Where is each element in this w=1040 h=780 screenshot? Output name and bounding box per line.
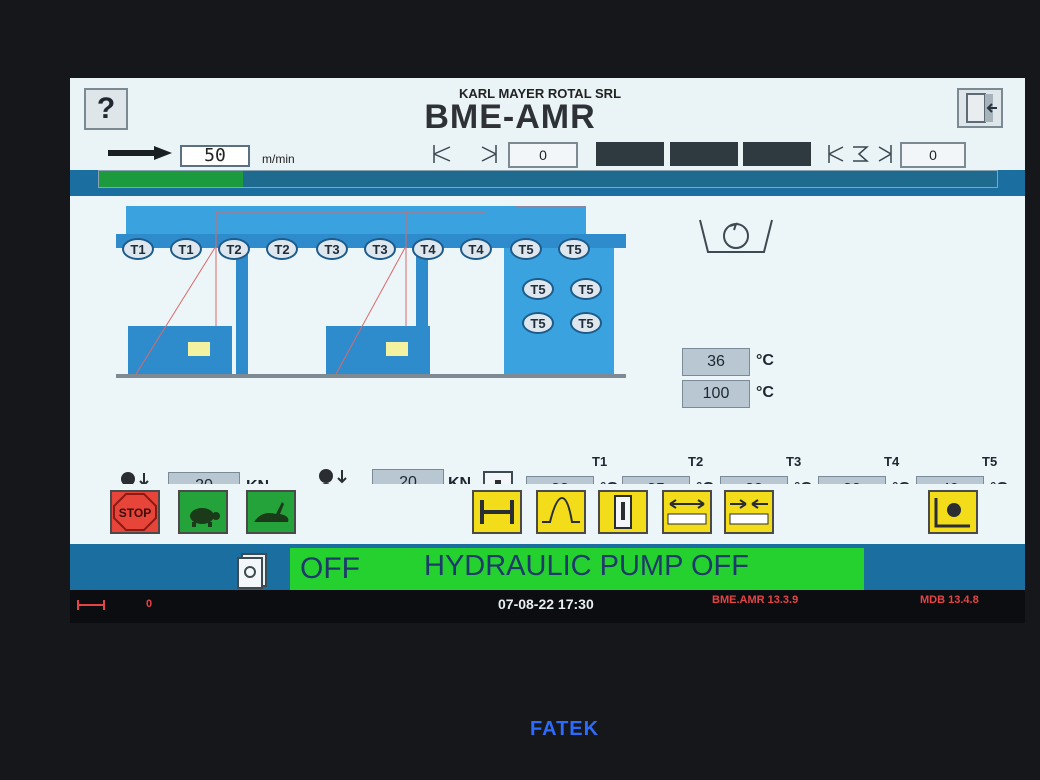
length-counter[interactable]: 0 [508, 142, 578, 168]
mdb-version: MDB 13.4.8 [920, 594, 979, 606]
width-button[interactable] [472, 490, 522, 534]
stop-sign-icon: STOP [113, 493, 157, 531]
sum-counter[interactable]: 0 [900, 142, 966, 168]
meter-counter-icon [77, 600, 105, 610]
indicator-block-1 [596, 142, 664, 166]
roll-t4[interactable]: T4 [412, 238, 444, 260]
compress-arrows-icon [729, 499, 769, 525]
app-title: BME-AMR [424, 98, 596, 136]
progress-bar [98, 170, 998, 188]
compress-button[interactable] [724, 490, 774, 534]
roll-t5[interactable]: T5 [510, 238, 542, 260]
hydraulic-pump-icon[interactable] [232, 550, 272, 590]
tank-temp-set-unit: °C [756, 384, 774, 401]
roll-t5-side[interactable]: T5 [522, 278, 554, 300]
footer: 0 07-08-22 17:30 BME.AMR 13.3.9 MDB 13.4… [70, 590, 1025, 623]
machine-overview: T1 T1 T2 T2 T3 T3 T4 T4 T5 T5 T5 T5 T5 T5 36 °C 100 … [70, 196, 1025, 564]
sum-length-icon [828, 145, 892, 163]
stop-label: STOP [119, 506, 151, 520]
header: ? KARL MAYER ROTAL SRL BME-AMR [70, 78, 1025, 140]
device-brand: FATEK [530, 718, 600, 740]
roll-t3[interactable]: T3 [316, 238, 348, 260]
temperature-button[interactable] [598, 490, 648, 534]
hydraulic-status-bar: OFF HYDRAULIC PUMP OFF [290, 548, 864, 590]
indicator-block-3 [743, 142, 811, 166]
zone-label: T5 [982, 454, 998, 469]
speed-arrow-icon [108, 146, 172, 160]
fast-speed-button[interactable] [246, 490, 296, 534]
help-button[interactable]: ? [84, 88, 128, 130]
tank-temp-set[interactable]: 100 [682, 380, 750, 408]
record-button[interactable] [928, 490, 978, 534]
turtle-icon [190, 508, 220, 527]
zone-label: T3 [786, 454, 802, 469]
small-thermometer-icon [614, 495, 632, 529]
tank-temp-unit: °C [756, 352, 774, 369]
zone-label: T1 [592, 454, 608, 469]
roll-t1[interactable]: T1 [170, 238, 202, 260]
date-time: 07-08-22 17:30 [498, 596, 594, 612]
stop-button[interactable]: STOP [110, 490, 160, 534]
roll-t5-side[interactable]: T5 [522, 312, 554, 334]
meter-counter: 0 [146, 598, 153, 610]
button-bar: STOP [70, 484, 1025, 544]
exit-door-icon [966, 93, 997, 123]
zone-label: T2 [688, 454, 704, 469]
status-area: OFF HYDRAULIC PUMP OFF [70, 544, 1025, 590]
hmi-screen: ? KARL MAYER ROTAL SRL BME-AMR 50 m/min … [70, 78, 1025, 623]
exit-button[interactable] [957, 88, 1003, 128]
width-frame-icon [480, 500, 514, 524]
roll-t1[interactable]: T1 [122, 238, 154, 260]
progress-fill [99, 171, 243, 187]
hydraulic-message: HYDRAULIC PUMP OFF [424, 550, 749, 582]
roll-t2[interactable]: T2 [266, 238, 298, 260]
curve-button[interactable] [536, 490, 586, 534]
expand-arrows-icon [667, 499, 707, 525]
indicator-block-2 [670, 142, 738, 166]
expand-button[interactable] [662, 490, 712, 534]
rabbit-icon [254, 502, 289, 522]
roll-t3[interactable]: T3 [364, 238, 396, 260]
record-dot-icon [934, 498, 970, 528]
tank-circulation-icon [699, 219, 773, 253]
speed-value[interactable]: 50 [180, 145, 250, 167]
length-icon [433, 145, 497, 163]
toolbar: 50 m/min 0 0 [70, 134, 1025, 170]
slow-speed-button[interactable] [178, 490, 228, 534]
tank-temp-actual[interactable]: 36 [682, 348, 750, 376]
app-version: BME.AMR 13.3.9 [712, 594, 799, 606]
speed-unit: m/min [262, 152, 295, 166]
roll-t5[interactable]: T5 [558, 238, 590, 260]
temperature-curve-icon [542, 496, 580, 523]
roll-t4[interactable]: T4 [460, 238, 492, 260]
zone-label: T4 [884, 454, 900, 469]
roll-t5-side[interactable]: T5 [570, 278, 602, 300]
roll-t5-side[interactable]: T5 [570, 312, 602, 334]
roll-t2[interactable]: T2 [218, 238, 250, 260]
hydraulic-state: OFF [300, 552, 360, 585]
